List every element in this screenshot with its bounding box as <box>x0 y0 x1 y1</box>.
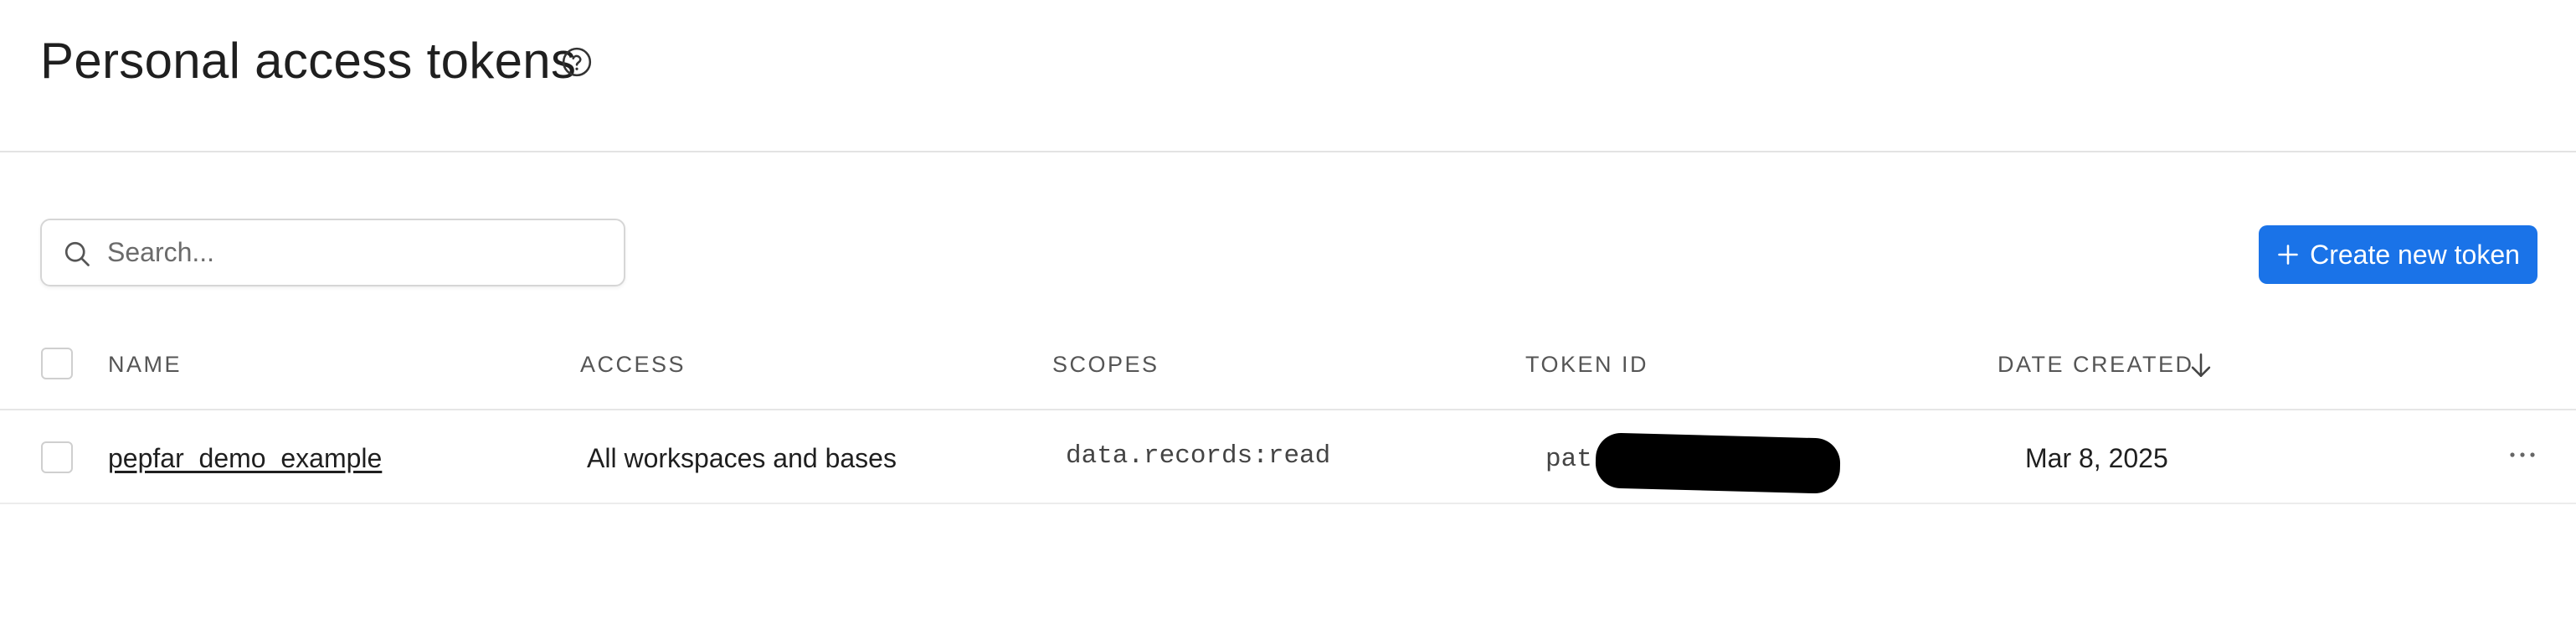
search-input[interactable] <box>107 227 601 277</box>
question-circle-icon[interactable] <box>561 46 593 78</box>
plus-icon <box>2278 245 2298 265</box>
table-row-divider <box>0 503 2576 504</box>
access-cell: All workspaces and bases <box>587 443 897 473</box>
token-name-link[interactable]: pepfar_demo_example <box>108 443 382 474</box>
column-header-scopes[interactable]: SCOPES <box>1052 352 1159 378</box>
column-header-name[interactable]: NAME <box>108 352 182 378</box>
create-new-token-label: Create new token <box>2310 239 2520 270</box>
select-all-checkbox[interactable] <box>41 348 73 379</box>
date-created-cell: Mar 8, 2025 <box>2025 443 2168 473</box>
token-id-redaction <box>1595 432 1841 494</box>
page-header: Personal access tokens <box>0 0 2576 152</box>
search-icon <box>64 241 90 266</box>
column-header-token-id[interactable]: TOKEN ID <box>1525 352 1648 378</box>
search-box[interactable] <box>40 219 625 286</box>
page-title: Personal access tokens <box>40 33 577 89</box>
column-header-date-created[interactable]: DATE CREATED <box>1998 352 2194 378</box>
create-new-token-button[interactable]: Create new token <box>2259 225 2537 284</box>
sort-descending-icon[interactable] <box>2187 350 2215 380</box>
column-header-access[interactable]: ACCESS <box>580 352 686 378</box>
more-options-icon[interactable] <box>2506 442 2539 467</box>
header-divider <box>0 151 2576 152</box>
table-header-divider <box>0 409 2576 410</box>
token-id-prefix: pat <box>1545 445 1592 474</box>
row-checkbox[interactable] <box>41 441 73 473</box>
scopes-cell: data.records:read <box>1066 441 1331 471</box>
